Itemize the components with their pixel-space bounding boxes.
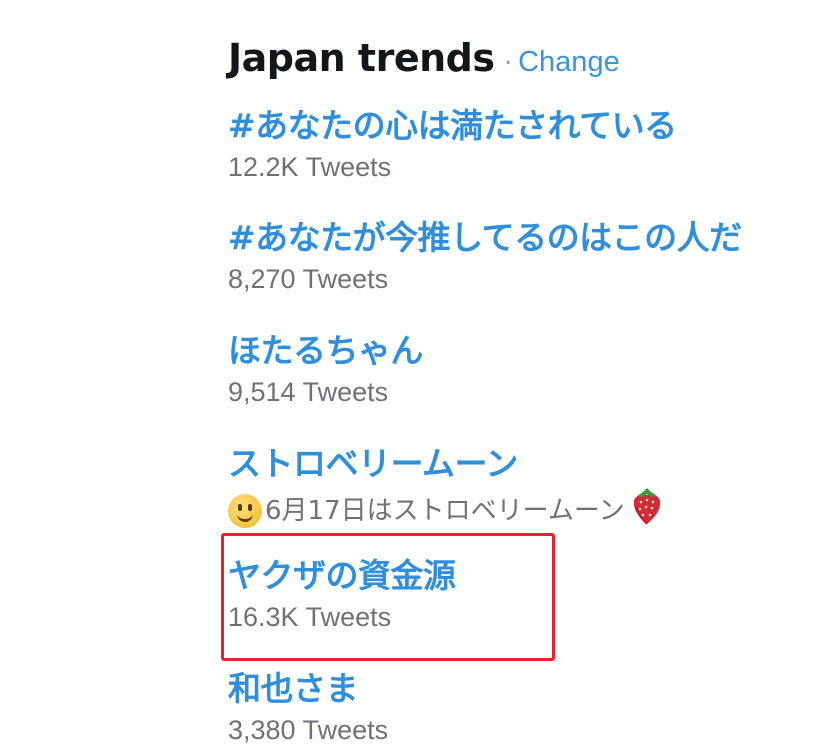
trend-name[interactable]: #あなたの心は満たされている xyxy=(228,106,828,146)
change-location-link[interactable]: Change xyxy=(518,46,620,79)
trends-header: Japan trends · Change xyxy=(228,36,828,90)
trend-tweet-count: 8,270 Tweets xyxy=(228,264,389,294)
trend-item[interactable]: ストロベリームーン 6月17日はストロベリームーン xyxy=(228,444,828,536)
trend-item[interactable]: ほたるちゃん 9,514 Tweets xyxy=(228,331,828,409)
header-separator: · xyxy=(504,49,513,77)
trend-description-text: 6月17日はストロベリームーン xyxy=(265,496,625,526)
trends-title: Japan trends xyxy=(228,36,495,80)
trends-panel: Japan trends · Change xyxy=(228,36,828,90)
trend-description: 6月17日はストロベリームーン xyxy=(228,486,828,536)
trend-name[interactable]: ストロベリームーン xyxy=(228,444,828,484)
trend-tweet-count: 9,514 Tweets xyxy=(228,377,389,407)
strawberry-icon xyxy=(631,486,663,536)
trend-item[interactable]: #あなたの心は満たされている 12.2K Tweets xyxy=(228,106,828,184)
trend-name[interactable]: #あなたが今推してるのはこの人だ xyxy=(228,218,828,258)
trend-name[interactable]: ほたるちゃん xyxy=(228,331,828,371)
trend-name[interactable]: 和也さま xyxy=(228,669,828,709)
trend-item[interactable]: #あなたが今推してるのはこの人だ 8,270 Tweets xyxy=(228,218,828,296)
trend-tweet-count: 12.2K Tweets xyxy=(228,152,392,182)
smiling-face-icon xyxy=(228,494,262,528)
highlight-annotation-box xyxy=(221,533,555,661)
trend-item[interactable]: 和也さま 3,380 Tweets xyxy=(228,669,828,747)
